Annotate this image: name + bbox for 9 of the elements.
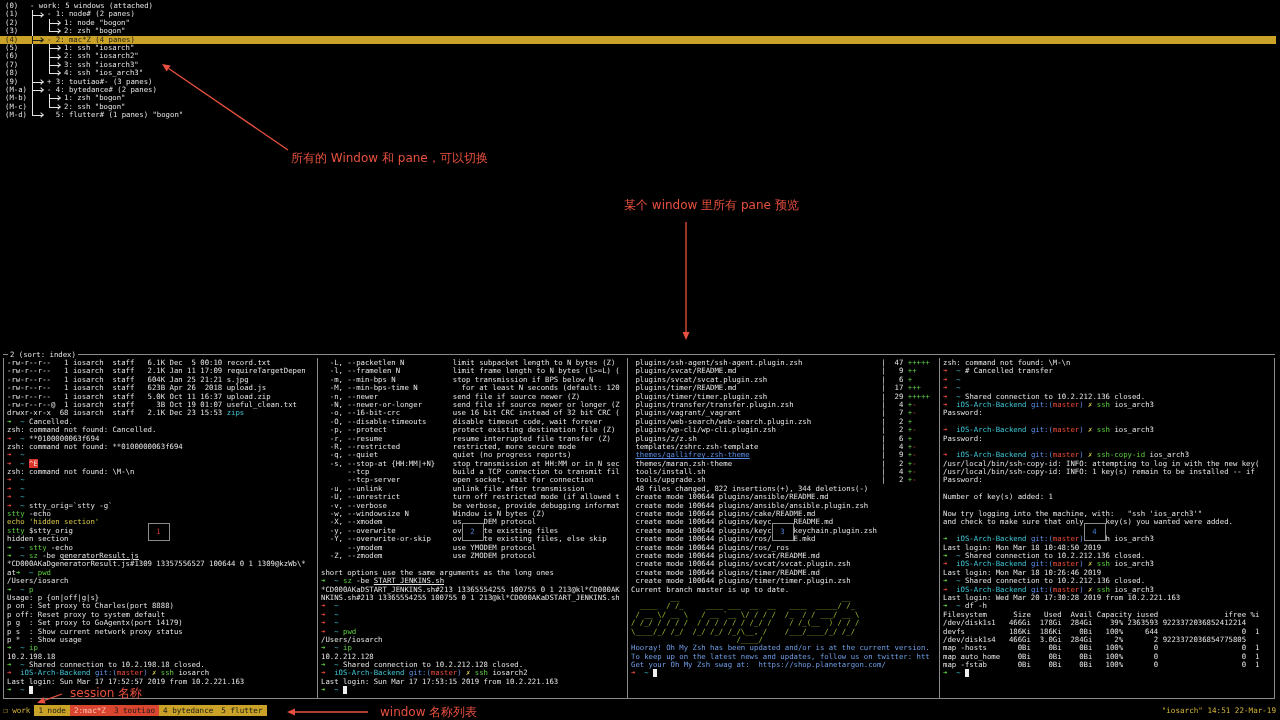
annotation-label: 某个 window 里所有 pane 预览 [624, 197, 799, 214]
annotation-label: window 名称列表 [380, 704, 478, 720]
cursor-icon [965, 669, 970, 678]
annotation-label: 所有的 Window 和 pane，可以切换 [291, 150, 488, 167]
annotation-label: session 名称 [70, 685, 143, 702]
cursor-icon [343, 686, 348, 695]
cursor-icon [653, 669, 658, 678]
cursor-icon [29, 686, 34, 695]
annotation-arrow [37, 693, 63, 704]
